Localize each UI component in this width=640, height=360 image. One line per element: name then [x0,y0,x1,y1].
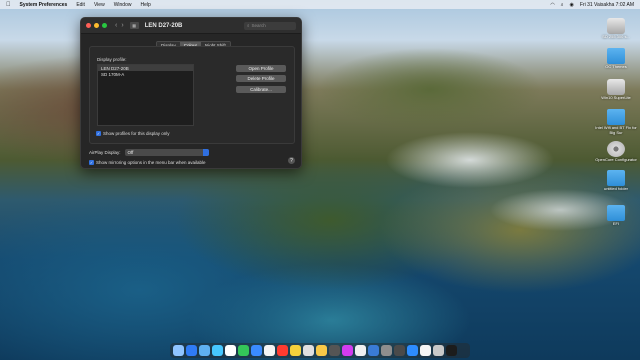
control-center-icon[interactable]: ◉ [570,2,574,8]
desktop-icon[interactable]: SD 255 300 s... [594,18,638,39]
window-title: LEN D27-20B [144,22,183,29]
menubar-clock[interactable]: Fri 31 Vaisakha 7:02 AM [580,2,634,8]
chevron-down-icon [202,149,209,156]
dock-app-icon[interactable] [342,345,353,356]
folder-icon [607,48,625,64]
desktop-icon[interactable]: EFI [594,205,638,226]
desktop-icon[interactable]: OC Themes [594,48,638,69]
dock-app-icon[interactable] [329,345,340,356]
folder-icon [607,170,625,186]
menu-bar:  System Preferences Edit View Window He… [0,0,640,9]
minimize-button[interactable] [94,23,99,28]
menu-view[interactable]: View [94,2,105,8]
dock-app-icon[interactable] [394,345,405,356]
folder-icon [607,109,625,125]
desktop-icons: SD 255 300 s... OC Themes Win10 SuperLit… [594,18,638,226]
system-preferences-window: ‹ › ▦ LEN D27-20B ⌕ Search Display Colou… [80,17,302,169]
desktop-icon[interactable]: Win10 SuperLite [594,79,638,100]
checkmark-icon: ✓ [96,131,101,136]
dock-app-icon[interactable] [446,345,457,356]
search-placeholder: Search [251,23,266,28]
delete-profile-button[interactable]: Delete Profile [236,75,286,82]
dock-app-icon[interactable] [407,345,418,356]
disk-icon [607,79,625,95]
disk-icon [607,18,625,34]
dock-app-icon[interactable] [186,345,197,356]
calibrate-button[interactable]: Calibrate... [236,86,286,93]
back-icon[interactable]: ‹ [115,22,117,29]
title-bar[interactable]: ‹ › ▦ LEN D27-20B ⌕ Search [81,18,301,34]
show-profiles-checkbox[interactable]: ✓ Show profiles for this display only [96,131,170,136]
dock-app-icon[interactable] [303,345,314,356]
dock-app-icon[interactable] [225,345,236,356]
help-button[interactable]: ? [288,157,295,164]
profile-item[interactable]: SD 170M-A [98,71,193,77]
menu-edit[interactable]: Edit [76,2,85,8]
airplay-value: Off [127,150,134,155]
airplay-label: AirPlay Display: [89,150,121,155]
show-profiles-label: Show profiles for this display only [103,131,170,136]
airplay-select[interactable]: Off [124,149,209,156]
dock [170,343,470,358]
dock-app-icon[interactable] [251,345,262,356]
app-menu[interactable]: System Preferences [20,2,68,8]
display-profile-label: Display profile: [97,57,127,62]
dock-app-icon[interactable] [381,345,392,356]
desktop-icon[interactable]: Intel Wifi and BT Fix for Big Sur [594,109,638,135]
dock-app-icon[interactable] [238,345,249,356]
mirroring-checkbox[interactable]: ✓ Show mirroring options in the menu bar… [89,160,206,165]
search-icon: ⌕ [247,23,250,28]
menu-help[interactable]: Help [140,2,150,8]
open-profile-button[interactable]: Open Profile [236,65,286,72]
zoom-button[interactable] [102,23,107,28]
dock-app-icon[interactable] [264,345,275,356]
profile-list[interactable]: LEN D27-20B SD 170M-A [97,64,194,126]
desktop-icon[interactable]: OpenCore Configurator [594,141,638,162]
forward-icon[interactable]: › [121,22,123,29]
search-field[interactable]: ⌕ Search [244,21,296,30]
close-button[interactable] [86,23,91,28]
dock-app-icon[interactable] [316,345,327,356]
dock-app-icon[interactable] [277,345,288,356]
dock-app-icon[interactable] [368,345,379,356]
dock-app-icon[interactable] [199,345,210,356]
dock-app-icon[interactable] [173,345,184,356]
search-icon[interactable]: ⌕ [561,2,564,8]
mirroring-label: Show mirroring options in the menu bar w… [96,160,206,165]
dock-app-icon[interactable] [420,345,431,356]
airplay-row: AirPlay Display: Off [89,149,209,156]
wifi-icon[interactable]: ◠ [550,2,554,8]
desktop-icon[interactable]: untitled folder [594,170,638,191]
apple-icon[interactable]:  [6,2,11,8]
dock-app-icon[interactable] [212,345,223,356]
menu-window[interactable]: Window [114,2,132,8]
dock-app-icon[interactable] [290,345,301,356]
cd-icon [607,141,625,157]
dock-app-icon[interactable] [355,345,366,356]
folder-icon [607,205,625,221]
show-all-grid-icon[interactable]: ▦ [129,22,139,29]
colour-panel: Display profile: LEN D27-20B SD 170M-A O… [89,46,295,144]
dock-app-icon[interactable] [433,345,444,356]
checkmark-icon: ✓ [89,160,94,165]
